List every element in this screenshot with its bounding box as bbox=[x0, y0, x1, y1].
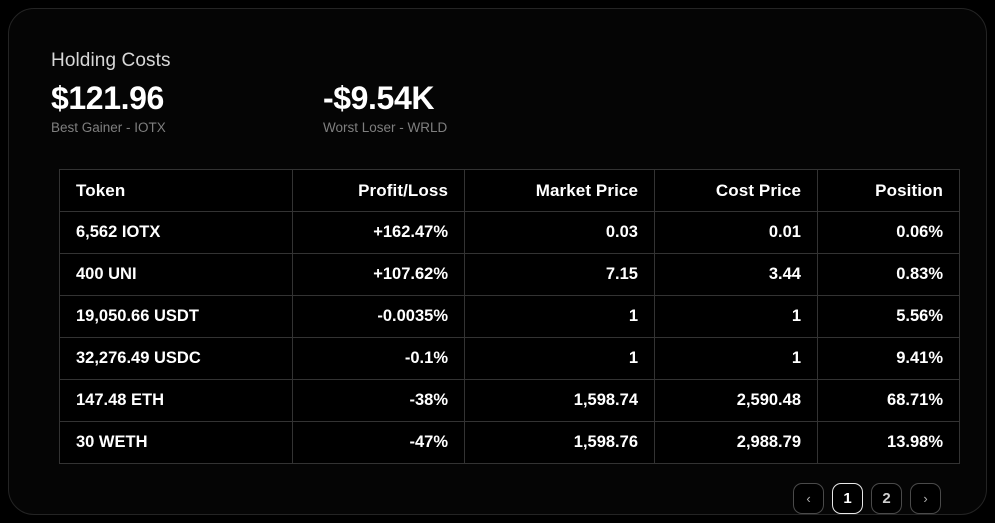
column-header-profit-loss[interactable]: Profit/Loss bbox=[293, 170, 465, 212]
cell-token: 19,050.66 USDT bbox=[60, 296, 293, 338]
stats-row: $121.96 Best Gainer - IOTX -$9.54K Worst… bbox=[51, 79, 951, 139]
column-header-position[interactable]: Position bbox=[818, 170, 960, 212]
cell-cost-price: 2,988.79 bbox=[655, 422, 818, 464]
cell-profit-loss: +107.62% bbox=[293, 254, 465, 296]
cell-position: 9.41% bbox=[818, 338, 960, 380]
screen-root: Holding Costs $121.96 Best Gainer - IOTX… bbox=[0, 0, 995, 523]
cell-cost-price: 1 bbox=[655, 338, 818, 380]
table-body: 6,562 IOTX +162.47% 0.03 0.01 0.06% 400 … bbox=[60, 212, 960, 464]
page-button-1[interactable]: 1 bbox=[832, 483, 863, 514]
stat-best-gainer: $121.96 Best Gainer - IOTX bbox=[51, 79, 166, 137]
holdings-table-container: Token Profit/Loss Market Price Cost Pric… bbox=[59, 169, 959, 464]
cell-market-price: 1,598.76 bbox=[465, 422, 655, 464]
cell-market-price: 0.03 bbox=[465, 212, 655, 254]
table-row[interactable]: 32,276.49 USDC -0.1% 1 1 9.41% bbox=[60, 338, 960, 380]
table-header-row: Token Profit/Loss Market Price Cost Pric… bbox=[60, 170, 960, 212]
worst-loser-value: -$9.54K bbox=[323, 79, 447, 117]
cell-position: 0.83% bbox=[818, 254, 960, 296]
cell-profit-loss: -0.0035% bbox=[293, 296, 465, 338]
cell-market-price: 1 bbox=[465, 338, 655, 380]
table-row[interactable]: 30 WETH -47% 1,598.76 2,988.79 13.98% bbox=[60, 422, 960, 464]
cell-profit-loss: -47% bbox=[293, 422, 465, 464]
pagination: ‹ 1 2 › bbox=[793, 483, 941, 514]
holding-costs-card: Holding Costs $121.96 Best Gainer - IOTX… bbox=[8, 8, 987, 515]
holdings-table: Token Profit/Loss Market Price Cost Pric… bbox=[59, 169, 960, 464]
cell-position: 68.71% bbox=[818, 380, 960, 422]
page-button-2[interactable]: 2 bbox=[871, 483, 902, 514]
cell-token: 400 UNI bbox=[60, 254, 293, 296]
cell-token: 32,276.49 USDC bbox=[60, 338, 293, 380]
cell-position: 13.98% bbox=[818, 422, 960, 464]
page-title: Holding Costs bbox=[51, 49, 951, 73]
cell-cost-price: 2,590.48 bbox=[655, 380, 818, 422]
cell-profit-loss: -38% bbox=[293, 380, 465, 422]
chevron-left-icon[interactable]: ‹ bbox=[793, 483, 824, 514]
cell-market-price: 1 bbox=[465, 296, 655, 338]
column-header-token[interactable]: Token bbox=[60, 170, 293, 212]
summary-section: Holding Costs $121.96 Best Gainer - IOTX… bbox=[51, 49, 951, 139]
table-row[interactable]: 19,050.66 USDT -0.0035% 1 1 5.56% bbox=[60, 296, 960, 338]
cell-token: 147.48 ETH bbox=[60, 380, 293, 422]
best-gainer-label: Best Gainer - IOTX bbox=[51, 119, 166, 137]
best-gainer-value: $121.96 bbox=[51, 79, 166, 117]
cell-market-price: 7.15 bbox=[465, 254, 655, 296]
stat-worst-loser: -$9.54K Worst Loser - WRLD bbox=[323, 79, 447, 137]
worst-loser-label: Worst Loser - WRLD bbox=[323, 119, 447, 137]
column-header-market-price[interactable]: Market Price bbox=[465, 170, 655, 212]
table-row[interactable]: 6,562 IOTX +162.47% 0.03 0.01 0.06% bbox=[60, 212, 960, 254]
cell-profit-loss: -0.1% bbox=[293, 338, 465, 380]
cell-profit-loss: +162.47% bbox=[293, 212, 465, 254]
cell-token: 6,562 IOTX bbox=[60, 212, 293, 254]
cell-cost-price: 3.44 bbox=[655, 254, 818, 296]
cell-market-price: 1,598.74 bbox=[465, 380, 655, 422]
column-header-cost-price[interactable]: Cost Price bbox=[655, 170, 818, 212]
cell-cost-price: 1 bbox=[655, 296, 818, 338]
cell-position: 5.56% bbox=[818, 296, 960, 338]
cell-token: 30 WETH bbox=[60, 422, 293, 464]
table-head: Token Profit/Loss Market Price Cost Pric… bbox=[60, 170, 960, 212]
cell-cost-price: 0.01 bbox=[655, 212, 818, 254]
table-row[interactable]: 400 UNI +107.62% 7.15 3.44 0.83% bbox=[60, 254, 960, 296]
cell-position: 0.06% bbox=[818, 212, 960, 254]
table-row[interactable]: 147.48 ETH -38% 1,598.74 2,590.48 68.71% bbox=[60, 380, 960, 422]
chevron-right-icon[interactable]: › bbox=[910, 483, 941, 514]
